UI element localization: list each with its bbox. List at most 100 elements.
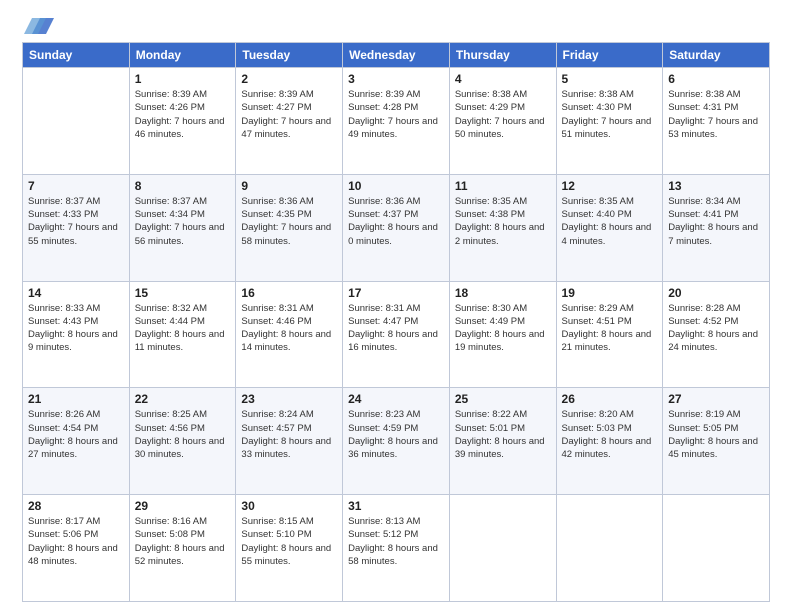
sunrise-text: Sunrise: 8:30 AM: [455, 303, 527, 314]
sunrise-text: Sunrise: 8:28 AM: [668, 303, 740, 314]
sunrise-text: Sunrise: 8:23 AM: [348, 409, 420, 420]
sunset-text: Sunset: 4:41 PM: [668, 209, 738, 220]
day-number: 13: [668, 179, 764, 193]
table-row: [556, 495, 663, 602]
table-row: [663, 495, 770, 602]
day-number: 29: [135, 499, 231, 513]
table-row: 19 Sunrise: 8:29 AM Sunset: 4:51 PM Dayl…: [556, 281, 663, 388]
table-row: 4 Sunrise: 8:38 AM Sunset: 4:29 PM Dayli…: [449, 68, 556, 175]
daylight-text: Daylight: 8 hours and 45 minutes.: [668, 436, 758, 460]
header: [22, 18, 770, 34]
table-row: 3 Sunrise: 8:39 AM Sunset: 4:28 PM Dayli…: [343, 68, 450, 175]
sunrise-text: Sunrise: 8:38 AM: [562, 89, 634, 100]
daylight-text: Daylight: 8 hours and 4 minutes.: [562, 222, 652, 246]
daylight-text: Daylight: 7 hours and 46 minutes.: [135, 116, 225, 140]
day-number: 28: [28, 499, 124, 513]
logo: [22, 18, 54, 34]
col-tuesday: Tuesday: [236, 43, 343, 68]
sunrise-text: Sunrise: 8:31 AM: [348, 303, 420, 314]
day-number: 19: [562, 286, 658, 300]
sunrise-text: Sunrise: 8:31 AM: [241, 303, 313, 314]
day-info: Sunrise: 8:24 AM Sunset: 4:57 PM Dayligh…: [241, 408, 337, 461]
day-info: Sunrise: 8:32 AM Sunset: 4:44 PM Dayligh…: [135, 302, 231, 355]
day-info: Sunrise: 8:22 AM Sunset: 5:01 PM Dayligh…: [455, 408, 551, 461]
day-number: 18: [455, 286, 551, 300]
day-number: 17: [348, 286, 444, 300]
sunrise-text: Sunrise: 8:37 AM: [135, 196, 207, 207]
daylight-text: Daylight: 8 hours and 9 minutes.: [28, 329, 118, 353]
sunset-text: Sunset: 4:54 PM: [28, 423, 98, 434]
col-wednesday: Wednesday: [343, 43, 450, 68]
sunrise-text: Sunrise: 8:20 AM: [562, 409, 634, 420]
table-row: 10 Sunrise: 8:36 AM Sunset: 4:37 PM Dayl…: [343, 174, 450, 281]
day-info: Sunrise: 8:28 AM Sunset: 4:52 PM Dayligh…: [668, 302, 764, 355]
sunrise-text: Sunrise: 8:15 AM: [241, 516, 313, 527]
day-info: Sunrise: 8:31 AM Sunset: 4:47 PM Dayligh…: [348, 302, 444, 355]
table-row: 18 Sunrise: 8:30 AM Sunset: 4:49 PM Dayl…: [449, 281, 556, 388]
table-row: 28 Sunrise: 8:17 AM Sunset: 5:06 PM Dayl…: [23, 495, 130, 602]
day-info: Sunrise: 8:13 AM Sunset: 5:12 PM Dayligh…: [348, 515, 444, 568]
page: Sunday Monday Tuesday Wednesday Thursday…: [0, 0, 792, 612]
table-row: 8 Sunrise: 8:37 AM Sunset: 4:34 PM Dayli…: [129, 174, 236, 281]
sunrise-text: Sunrise: 8:26 AM: [28, 409, 100, 420]
day-info: Sunrise: 8:34 AM Sunset: 4:41 PM Dayligh…: [668, 195, 764, 248]
sunset-text: Sunset: 5:10 PM: [241, 529, 311, 540]
sunset-text: Sunset: 4:49 PM: [455, 316, 525, 327]
table-row: 7 Sunrise: 8:37 AM Sunset: 4:33 PM Dayli…: [23, 174, 130, 281]
day-number: 3: [348, 72, 444, 86]
sunset-text: Sunset: 5:08 PM: [135, 529, 205, 540]
day-number: 31: [348, 499, 444, 513]
daylight-text: Daylight: 8 hours and 39 minutes.: [455, 436, 545, 460]
sunrise-text: Sunrise: 8:29 AM: [562, 303, 634, 314]
daylight-text: Daylight: 7 hours and 55 minutes.: [28, 222, 118, 246]
daylight-text: Daylight: 7 hours and 49 minutes.: [348, 116, 438, 140]
logo-icon: [24, 16, 54, 38]
daylight-text: Daylight: 8 hours and 0 minutes.: [348, 222, 438, 246]
table-row: 12 Sunrise: 8:35 AM Sunset: 4:40 PM Dayl…: [556, 174, 663, 281]
day-info: Sunrise: 8:20 AM Sunset: 5:03 PM Dayligh…: [562, 408, 658, 461]
table-row: 11 Sunrise: 8:35 AM Sunset: 4:38 PM Dayl…: [449, 174, 556, 281]
col-saturday: Saturday: [663, 43, 770, 68]
sunrise-text: Sunrise: 8:37 AM: [28, 196, 100, 207]
sunset-text: Sunset: 4:28 PM: [348, 102, 418, 113]
daylight-text: Daylight: 7 hours and 50 minutes.: [455, 116, 545, 140]
daylight-text: Daylight: 8 hours and 11 minutes.: [135, 329, 225, 353]
day-info: Sunrise: 8:35 AM Sunset: 4:38 PM Dayligh…: [455, 195, 551, 248]
sunset-text: Sunset: 4:59 PM: [348, 423, 418, 434]
daylight-text: Daylight: 8 hours and 36 minutes.: [348, 436, 438, 460]
table-row: 22 Sunrise: 8:25 AM Sunset: 4:56 PM Dayl…: [129, 388, 236, 495]
calendar-week-row: 14 Sunrise: 8:33 AM Sunset: 4:43 PM Dayl…: [23, 281, 770, 388]
sunrise-text: Sunrise: 8:17 AM: [28, 516, 100, 527]
sunset-text: Sunset: 4:46 PM: [241, 316, 311, 327]
sunset-text: Sunset: 4:40 PM: [562, 209, 632, 220]
day-number: 26: [562, 392, 658, 406]
sunset-text: Sunset: 4:34 PM: [135, 209, 205, 220]
daylight-text: Daylight: 8 hours and 16 minutes.: [348, 329, 438, 353]
col-thursday: Thursday: [449, 43, 556, 68]
calendar-header-row: Sunday Monday Tuesday Wednesday Thursday…: [23, 43, 770, 68]
day-number: 30: [241, 499, 337, 513]
daylight-text: Daylight: 8 hours and 24 minutes.: [668, 329, 758, 353]
sunset-text: Sunset: 5:01 PM: [455, 423, 525, 434]
day-info: Sunrise: 8:19 AM Sunset: 5:05 PM Dayligh…: [668, 408, 764, 461]
day-number: 24: [348, 392, 444, 406]
daylight-text: Daylight: 8 hours and 52 minutes.: [135, 543, 225, 567]
table-row: 20 Sunrise: 8:28 AM Sunset: 4:52 PM Dayl…: [663, 281, 770, 388]
table-row: 13 Sunrise: 8:34 AM Sunset: 4:41 PM Dayl…: [663, 174, 770, 281]
day-number: 14: [28, 286, 124, 300]
day-number: 22: [135, 392, 231, 406]
sunrise-text: Sunrise: 8:39 AM: [241, 89, 313, 100]
daylight-text: Daylight: 7 hours and 56 minutes.: [135, 222, 225, 246]
sunrise-text: Sunrise: 8:38 AM: [668, 89, 740, 100]
day-number: 2: [241, 72, 337, 86]
day-info: Sunrise: 8:37 AM Sunset: 4:33 PM Dayligh…: [28, 195, 124, 248]
day-info: Sunrise: 8:38 AM Sunset: 4:29 PM Dayligh…: [455, 88, 551, 141]
col-friday: Friday: [556, 43, 663, 68]
day-number: 4: [455, 72, 551, 86]
day-info: Sunrise: 8:38 AM Sunset: 4:31 PM Dayligh…: [668, 88, 764, 141]
sunset-text: Sunset: 4:51 PM: [562, 316, 632, 327]
day-info: Sunrise: 8:35 AM Sunset: 4:40 PM Dayligh…: [562, 195, 658, 248]
sunrise-text: Sunrise: 8:36 AM: [348, 196, 420, 207]
sunrise-text: Sunrise: 8:39 AM: [348, 89, 420, 100]
sunset-text: Sunset: 4:52 PM: [668, 316, 738, 327]
